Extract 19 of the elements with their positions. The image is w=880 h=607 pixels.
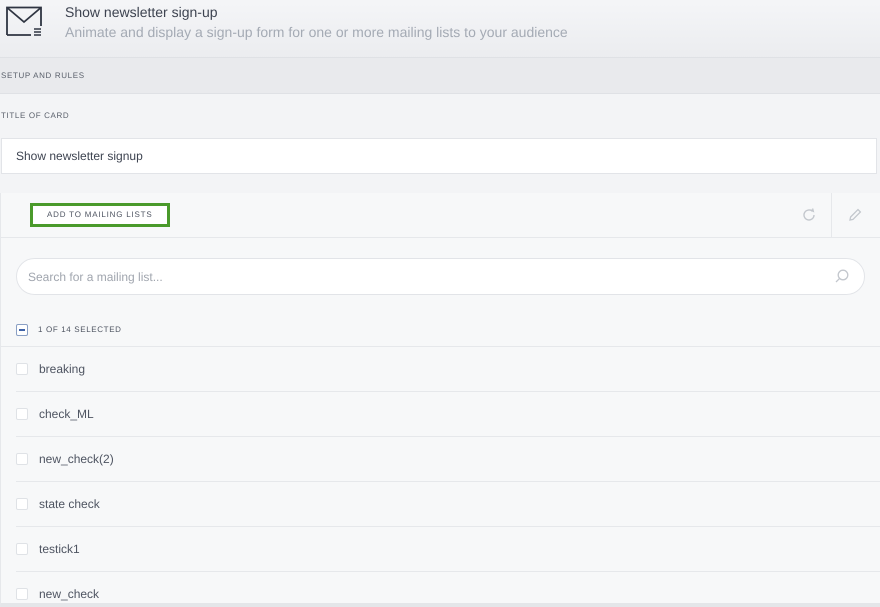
mailing-list-name: new_check [39, 586, 100, 603]
checkbox[interactable] [16, 324, 28, 336]
mailing-list-name: state check [39, 496, 100, 513]
refresh-icon[interactable] [802, 208, 816, 222]
mailing-list-name: testick1 [39, 541, 80, 558]
search-icon[interactable] [835, 269, 849, 283]
card-description: Animate and display a sign-up form for one or more mailing lists to your audience [65, 23, 568, 41]
mailing-list-name: new_check(2) [39, 451, 114, 468]
add-to-mailing-lists-button[interactable]: ADD TO MAILING LISTS [30, 203, 170, 227]
search-field[interactable]: Search for a mailing list... [16, 258, 865, 295]
mailing-list-name: breaking [39, 361, 86, 378]
title-input[interactable]: Show newsletter signup [1, 138, 877, 174]
field-label: TITLE OF CARD [1, 110, 70, 122]
selection-count: 1 OF 14 SELECTED [38, 324, 122, 336]
mail-icon [6, 6, 43, 37]
card-title: Show newsletter sign-up [65, 3, 219, 21]
pencil-icon[interactable] [848, 208, 862, 222]
section-label: SETUP AND RULES [1, 70, 85, 82]
mailing-list-name: check_ML [39, 406, 94, 423]
